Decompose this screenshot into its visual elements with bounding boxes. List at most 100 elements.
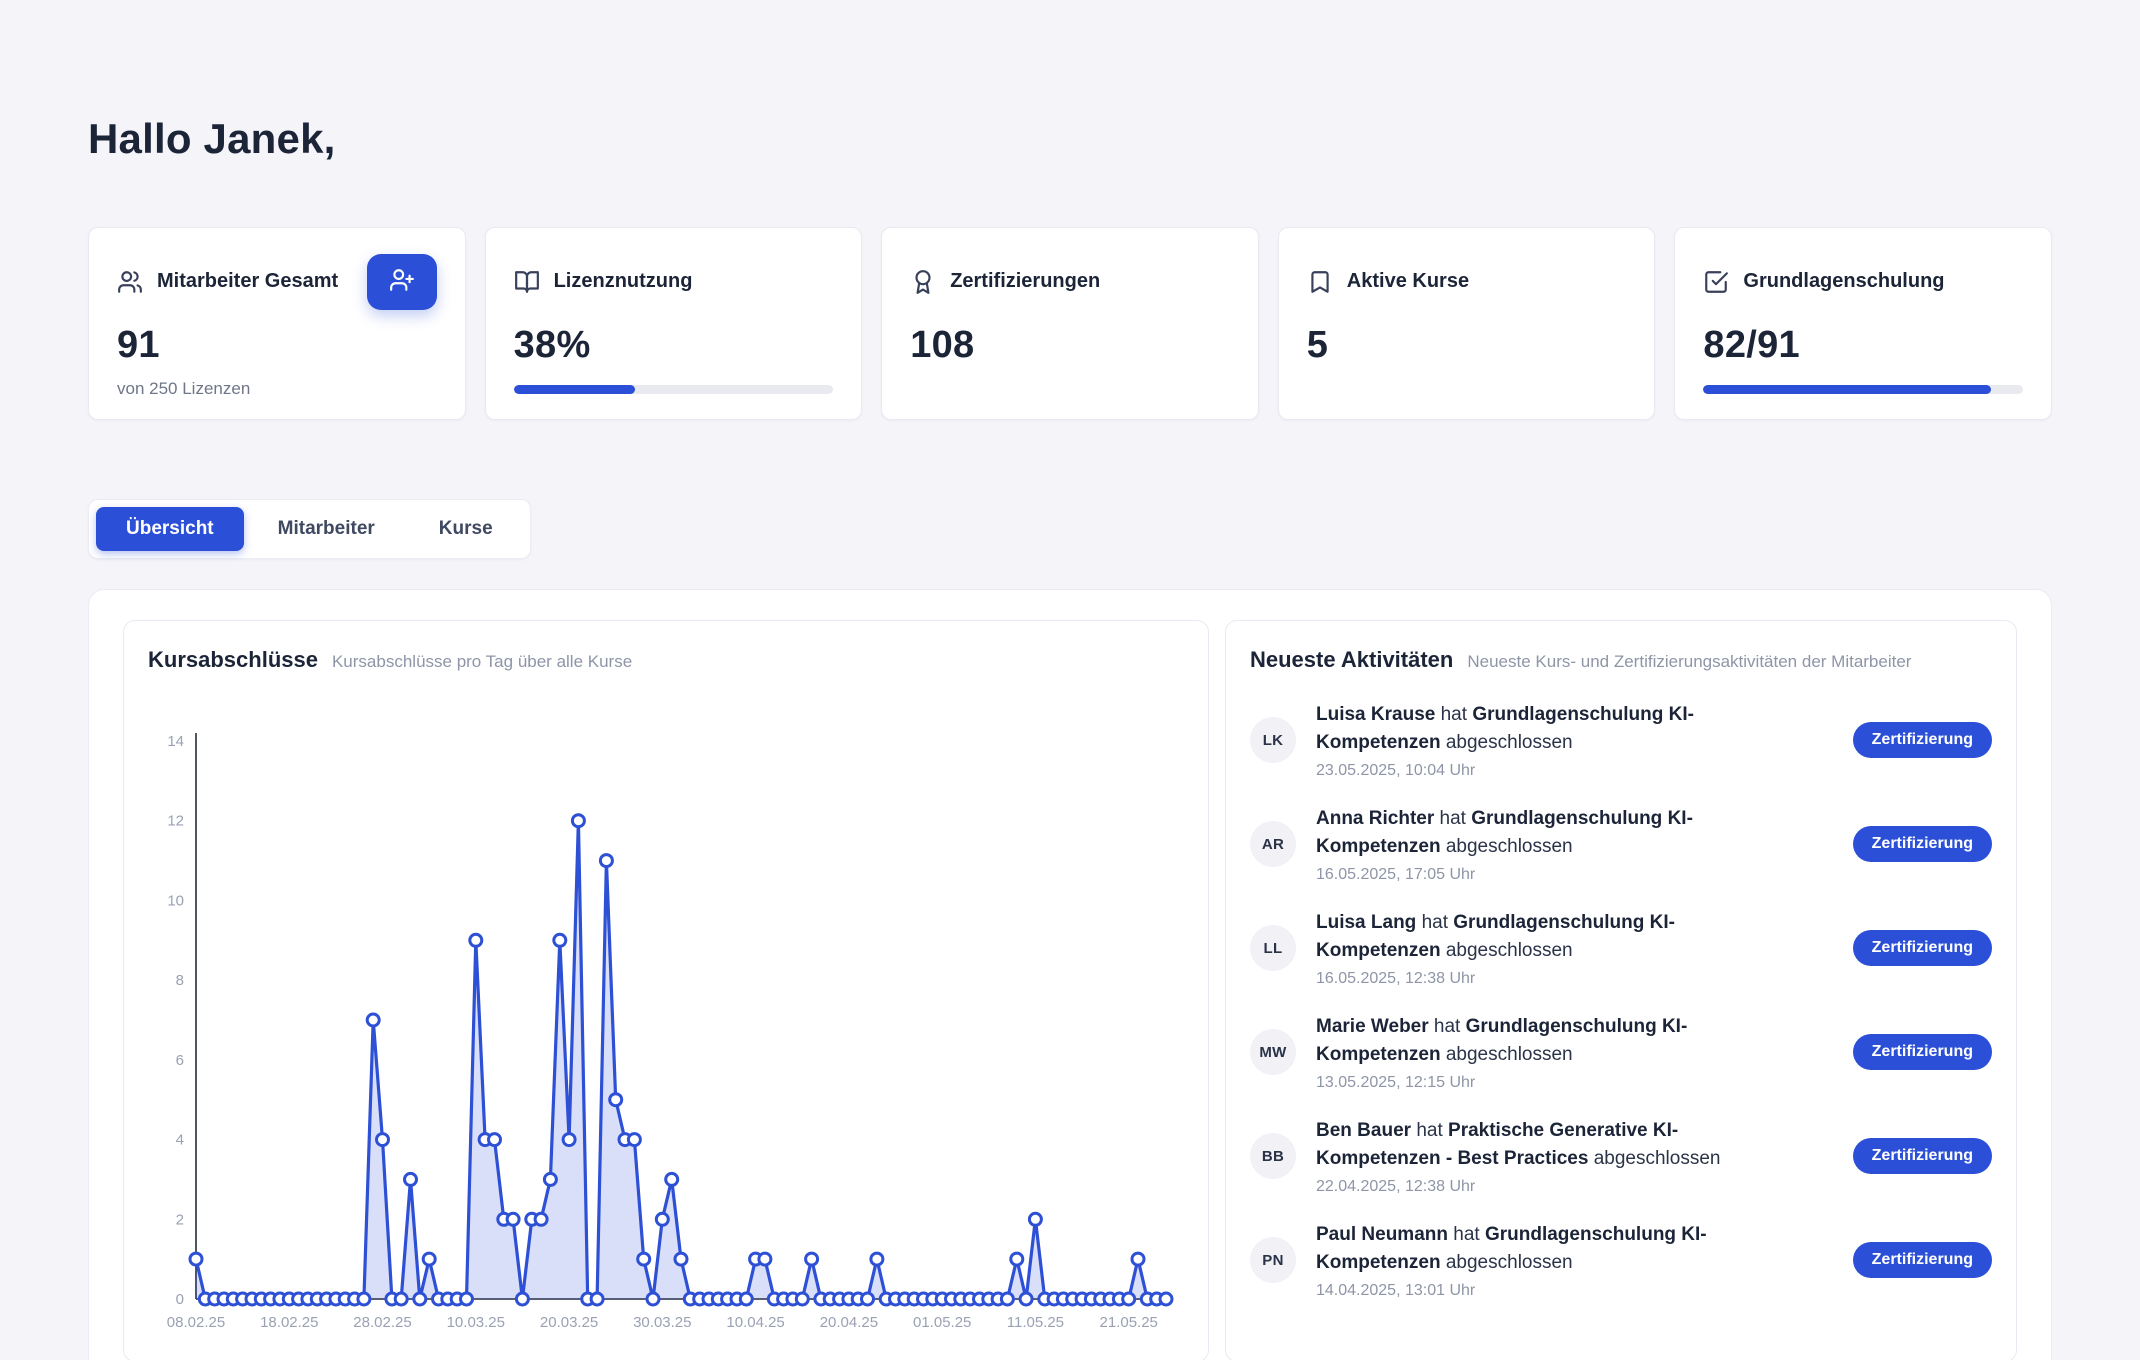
svg-text:08.02.25: 08.02.25 <box>167 1314 225 1331</box>
svg-text:8: 8 <box>176 972 184 989</box>
activity-item: MW Marie Weber hat Grundlagenschulung KI… <box>1250 1013 1992 1092</box>
svg-text:10.03.25: 10.03.25 <box>447 1314 505 1331</box>
activity-list[interactable]: LK Luisa Krause hat Grundlagenschulung K… <box>1250 701 1992 1300</box>
activity-person-name: Luisa Krause <box>1316 704 1435 725</box>
activity-body: Paul Neumann hat Grundlagenschulung KI-K… <box>1316 1221 1833 1300</box>
activity-connector: hat <box>1434 1016 1460 1037</box>
svg-text:20.04.25: 20.04.25 <box>820 1314 878 1331</box>
chart-card: Kursabschlüsse Kursabschlüsse pro Tag üb… <box>123 620 1209 1360</box>
svg-text:10: 10 <box>167 892 184 909</box>
svg-text:2: 2 <box>176 1211 184 1228</box>
check-square-icon <box>1703 269 1729 295</box>
overview-panel: Kursabschlüsse Kursabschlüsse pro Tag üb… <box>88 589 2052 1360</box>
stats-row: Mitarbeiter Gesamt 91 von 250 Lizenzen L… <box>88 227 2052 420</box>
svg-text:21.05.25: 21.05.25 <box>1100 1314 1158 1331</box>
activity-text: Luisa Lang hat Grundlagenschulung KI-Kom… <box>1316 909 1786 966</box>
add-user-button[interactable] <box>367 254 437 310</box>
avatar-initials: AR <box>1262 836 1284 853</box>
avatar: LK <box>1250 717 1296 763</box>
activity-connector: hat <box>1422 912 1448 933</box>
activity-suffix: abgeschlossen <box>1446 836 1573 857</box>
certification-badge: Zertifizierung <box>1853 1242 1992 1278</box>
stat-label: Lizenznutzung <box>554 270 693 293</box>
activity-timestamp: 13.05.2025, 12:15 Uhr <box>1316 1074 1833 1092</box>
chart-points <box>190 814 1172 1304</box>
avatar-initials: MW <box>1259 1044 1286 1061</box>
activity-timestamp: 14.04.2025, 13:01 Uhr <box>1316 1282 1833 1300</box>
tab-mitarbeiter[interactable]: Mitarbeiter <box>248 507 405 551</box>
avatar: LL <box>1250 925 1296 971</box>
stat-card-zertifizierungen: Zertifizierungen 108 <box>881 227 1259 420</box>
activity-suffix: abgeschlossen <box>1594 1148 1721 1169</box>
chart-card-header: Kursabschlüsse Kursabschlüsse pro Tag üb… <box>148 647 1184 673</box>
avatar-initials: LK <box>1263 732 1284 749</box>
progress-fill <box>1703 385 1991 394</box>
stat-card-mitarbeiter-gesamt: Mitarbeiter Gesamt 91 von 250 Lizenzen <box>88 227 466 420</box>
main-content: Hallo Janek, Mitarbeiter Gesamt 91 von 2… <box>0 0 2140 559</box>
activities-subtitle: Neueste Kurs- und Zertifizierungsaktivit… <box>1467 652 1911 672</box>
stat-label: Aktive Kurse <box>1347 270 1469 293</box>
svg-text:01.05.25: 01.05.25 <box>913 1314 971 1331</box>
avatar: PN <box>1250 1237 1296 1283</box>
activities-title: Neueste Aktivitäten <box>1250 647 1453 673</box>
stat-card-aktive-kurse: Aktive Kurse 5 <box>1278 227 1656 420</box>
greeting-heading: Hallo Janek, <box>88 114 2052 164</box>
svg-text:20.03.25: 20.03.25 <box>540 1314 598 1331</box>
stat-card-lizenznutzung: Lizenznutzung 38% <box>485 227 863 420</box>
activity-connector: hat <box>1416 1120 1442 1141</box>
activity-text: Luisa Krause hat Grundlagenschulung KI-K… <box>1316 701 1786 758</box>
stat-card-header: Zertifizierungen <box>910 254 1230 310</box>
activity-body: Luisa Lang hat Grundlagenschulung KI-Kom… <box>1316 909 1833 988</box>
chart-line <box>196 820 1166 1298</box>
activity-person-name: Ben Bauer <box>1316 1120 1411 1141</box>
svg-text:10.04.25: 10.04.25 <box>726 1314 784 1331</box>
users-icon <box>117 269 143 295</box>
stat-value: 91 <box>117 324 437 367</box>
bookmark-icon <box>1307 269 1333 295</box>
stat-card-header: Mitarbeiter Gesamt <box>117 254 437 310</box>
avatar: BB <box>1250 1133 1296 1179</box>
activity-text: Anna Richter hat Grundlagenschulung KI-K… <box>1316 805 1786 862</box>
svg-text:6: 6 <box>176 1051 184 1068</box>
stat-value: 5 <box>1307 324 1627 367</box>
certification-badge: Zertifizierung <box>1853 1138 1992 1174</box>
svg-text:28.02.25: 28.02.25 <box>353 1314 411 1331</box>
stat-value: 82/91 <box>1703 324 2023 367</box>
svg-text:12: 12 <box>167 812 184 829</box>
avatar-initials: PN <box>1262 1252 1283 1269</box>
course-completions-chart[interactable]: 0246810121408.02.2518.02.2528.02.2510.03… <box>148 727 1184 1352</box>
svg-text:4: 4 <box>176 1131 184 1148</box>
avatar-initials: LL <box>1264 940 1283 957</box>
award-icon <box>910 269 936 295</box>
user-plus-icon <box>389 267 415 296</box>
activity-timestamp: 16.05.2025, 12:38 Uhr <box>1316 970 1833 988</box>
progress-bar <box>1703 385 2023 394</box>
activity-timestamp: 22.04.2025, 12:38 Uhr <box>1316 1178 1833 1196</box>
chart-area <box>196 820 1166 1298</box>
tab-kurse[interactable]: Kurse <box>409 507 523 551</box>
activity-text: Ben Bauer hat Praktische Generative KI-K… <box>1316 1117 1786 1174</box>
activity-timestamp: 23.05.2025, 10:04 Uhr <box>1316 762 1833 780</box>
svg-text:18.02.25: 18.02.25 <box>260 1314 318 1331</box>
book-open-icon <box>514 269 540 295</box>
activity-person-name: Anna Richter <box>1316 808 1434 829</box>
activity-connector: hat <box>1453 1224 1479 1245</box>
activity-body: Marie Weber hat Grundlagenschulung KI-Ko… <box>1316 1013 1833 1092</box>
certification-badge: Zertifizierung <box>1853 1034 1992 1070</box>
svg-text:30.03.25: 30.03.25 <box>633 1314 691 1331</box>
chart-title: Kursabschlüsse <box>148 647 318 673</box>
stat-card-header: Lizenznutzung <box>514 254 834 310</box>
activity-person-name: Paul Neumann <box>1316 1224 1448 1245</box>
chart-svg[interactable]: 0246810121408.02.2518.02.2528.02.2510.03… <box>148 727 1178 1347</box>
avatar-initials: BB <box>1262 1148 1284 1165</box>
activity-suffix: abgeschlossen <box>1446 1044 1573 1065</box>
activity-body: Anna Richter hat Grundlagenschulung KI-K… <box>1316 805 1833 884</box>
svg-text:0: 0 <box>176 1291 184 1308</box>
activity-item: LL Luisa Lang hat Grundlagenschulung KI-… <box>1250 909 1992 988</box>
activity-person-name: Marie Weber <box>1316 1016 1429 1037</box>
stat-card-grundlagenschulung: Grundlagenschulung 82/91 <box>1674 227 2052 420</box>
activity-item: LK Luisa Krause hat Grundlagenschulung K… <box>1250 701 1992 780</box>
tab-ubersicht[interactable]: Übersicht <box>96 507 244 551</box>
activity-item: PN Paul Neumann hat Grundlagenschulung K… <box>1250 1221 1992 1300</box>
avatar: AR <box>1250 821 1296 867</box>
